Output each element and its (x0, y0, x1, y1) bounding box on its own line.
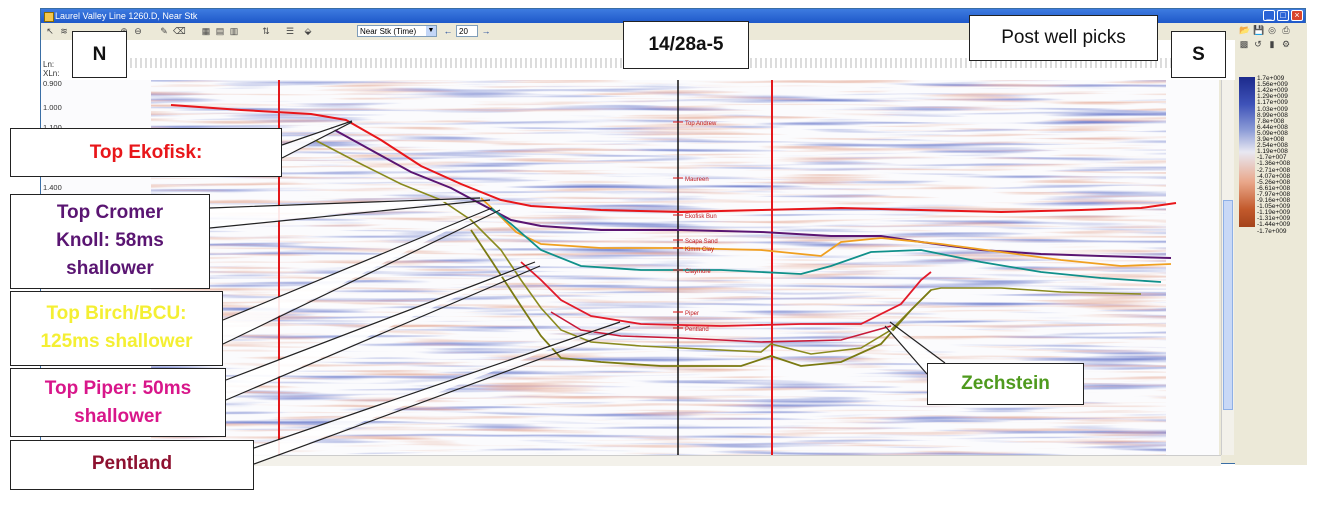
south-label: S (1171, 31, 1226, 78)
grid-tool-icon[interactable]: ▦ (201, 26, 211, 36)
step-right-arrow-icon[interactable]: → (481, 26, 491, 36)
well-top-label: Kimm Clay (685, 247, 714, 253)
wiggle-tool-icon[interactable]: ⇅ (261, 26, 271, 36)
top-birch-line-1: Top Birch/BCU: (46, 303, 187, 324)
well-top-label: Ekofisk Bun (685, 214, 717, 220)
volume-select[interactable]: Near Stk (Time) ▼ (357, 25, 437, 37)
axis-labels: Ln: XLn: (41, 40, 71, 80)
time-tick-label: 0.900 (43, 80, 62, 88)
ln-label: Ln: (43, 60, 55, 69)
pointer-icon[interactable]: ↖ (45, 26, 55, 36)
time-tick-label: 1.000 (43, 103, 62, 112)
pick-tool-icon[interactable]: ✎ (159, 26, 169, 36)
well-top-label: Pentland (685, 327, 709, 333)
vertical-scrollbar[interactable] (1221, 80, 1234, 455)
print-icon[interactable]: ⎙ (1281, 25, 1291, 35)
top-piper-line-2: shallower (74, 406, 162, 427)
well-name-label: 14/28a-5 (623, 21, 749, 69)
top-cromer-line-2: Knoll: 58ms (56, 230, 164, 251)
maximize-button[interactable]: □ (1277, 10, 1289, 21)
top-birch-callout: Top Birch/BCU: 125ms shallower (10, 291, 223, 366)
top-ekofisk-callout: Top Ekofisk: (10, 128, 282, 177)
zoom-out-icon[interactable]: ⊖ (133, 26, 143, 36)
well-top-label: Scapa Sand (685, 239, 718, 245)
top-cromer-callout: Top Cromer Knoll: 58ms shallower (10, 194, 210, 289)
paint-tool-icon[interactable]: ⬙ (303, 26, 313, 36)
top-cromer-line-3: shallower (66, 258, 154, 279)
palette-icon[interactable]: ▩ (1239, 39, 1249, 49)
zigzag-tool-icon[interactable]: ≋ (59, 26, 69, 36)
north-label: N (72, 31, 127, 78)
colorbar-panel: 📂 💾 ◎ ⎙ ▩ ↺ ▮ ⚙ 1.7e+009 1.56e+009 1.42e+0… (1235, 23, 1307, 465)
well-top-label: Piper (685, 311, 699, 317)
step-left-arrow-icon[interactable]: ← (443, 26, 453, 36)
step-input[interactable]: 20 (456, 25, 478, 37)
window-title: Laurel Valley Line 1260.D, Near Stk (55, 11, 198, 21)
save-icon[interactable]: 💾 (1253, 25, 1264, 35)
open-icon[interactable]: 📂 (1239, 25, 1250, 35)
volume-select-value: Near Stk (Time) (360, 27, 417, 36)
refresh-icon[interactable]: ↺ (1253, 39, 1263, 49)
flatten-tool-icon[interactable]: ▥ (229, 26, 239, 36)
app-icon (44, 12, 54, 22)
bars-icon[interactable]: ▮ (1267, 39, 1277, 49)
well-top-label: Top Andrew (685, 121, 717, 127)
post-well-picks-label: Post well picks (969, 15, 1158, 61)
chevron-down-icon: ▼ (426, 26, 436, 36)
top-cromer-line-1: Top Cromer (56, 202, 164, 223)
amplitude-colorbar (1239, 77, 1255, 227)
minimize-button[interactable]: _ (1263, 10, 1275, 21)
xln-label: XLn: (43, 69, 60, 78)
vertical-scroll-thumb[interactable] (1223, 200, 1233, 410)
well-top-label: Maureen (685, 177, 709, 183)
top-piper-line-1: Top Piper: 50ms (44, 378, 192, 399)
settings-icon[interactable]: ⚙ (1281, 39, 1291, 49)
pentland-callout: Pentland (10, 440, 254, 490)
well-top-label: Claymore (685, 269, 711, 275)
close-button[interactable]: × (1291, 10, 1303, 21)
colorbar-label: -1.7e+009 (1257, 227, 1287, 235)
time-tick-label: 1.400 (43, 183, 62, 192)
zechstein-callout: Zechstein (927, 363, 1084, 405)
table-tool-icon[interactable]: ▤ (215, 26, 225, 36)
top-piper-callout: Top Piper: 50ms shallower (10, 368, 226, 437)
erase-tool-icon[interactable]: ⌫ (173, 26, 186, 36)
list-tool-icon[interactable]: ☰ (285, 26, 295, 36)
top-birch-line-2: 125ms shallower (40, 331, 193, 352)
seismic-viewer-window: Laurel Valley Line 1260.D, Near Stk _ □ … (40, 8, 1307, 466)
view-icon[interactable]: ◎ (1267, 25, 1277, 35)
